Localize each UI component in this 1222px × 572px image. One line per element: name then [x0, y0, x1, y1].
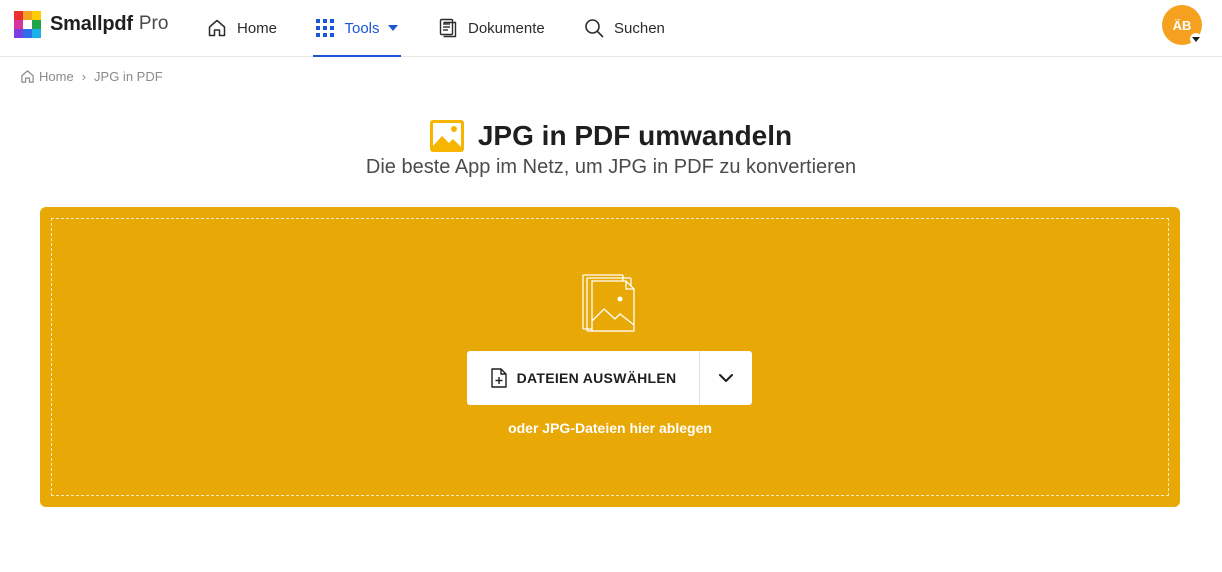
breadcrumb: Home › JPG in PDF — [20, 67, 163, 85]
user-initials: ÄB — [1172, 17, 1192, 33]
choose-files-button[interactable]: DATEIEN AUSWÄHLEN — [467, 351, 699, 405]
caret-down-icon — [1192, 37, 1200, 42]
top-header: Smallpdf Pro Home Tools Dokumente Suchen — [0, 0, 1222, 57]
home-icon — [21, 69, 34, 83]
breadcrumb-separator: › — [81, 68, 87, 84]
chevron-down-icon — [719, 373, 733, 382]
brand-name: Smallpdf — [50, 12, 133, 35]
image-tool-icon — [429, 120, 464, 152]
image-files-icon — [582, 274, 635, 332]
nav-search-label: Suchen — [614, 19, 665, 37]
smallpdf-logo[interactable]: Smallpdf Pro — [14, 10, 168, 38]
nav-documents[interactable]: Dokumente — [438, 0, 545, 56]
breadcrumb-current: JPG in PDF — [94, 68, 163, 84]
nav-search[interactable]: Suchen — [584, 0, 665, 56]
documents-icon — [439, 18, 457, 38]
nav-home-label: Home — [237, 19, 278, 37]
page-title-row: JPG in PDF umwandeln — [0, 117, 1222, 155]
choose-files-label: DATEIEN AUSWÄHLEN — [516, 370, 677, 386]
drop-hint: oder JPG-Dateien hier ablegen — [508, 420, 712, 436]
file-dropzone[interactable]: DATEIEN AUSWÄHLEN oder JPG-Dateien hier … — [40, 207, 1180, 507]
page-subtitle: Die beste App im Netz, um JPG in PDF zu … — [365, 156, 857, 178]
avatar-menu-caret[interactable] — [1190, 33, 1202, 45]
nav-documents-label: Dokumente — [468, 19, 545, 37]
choose-files-button-group: DATEIEN AUSWÄHLEN — [467, 351, 752, 405]
more-upload-options-button[interactable] — [700, 351, 752, 405]
grid-icon — [316, 19, 335, 37]
nav-home[interactable]: Home — [207, 0, 277, 56]
nav-tools-label: Tools — [344, 19, 380, 37]
nav-tools[interactable]: Tools — [313, 0, 401, 57]
page-title: JPG in PDF umwandeln — [477, 120, 793, 151]
caret-down-icon — [387, 25, 398, 31]
smallpdf-logo-icon — [14, 10, 41, 38]
home-icon — [208, 19, 226, 37]
search-icon — [585, 19, 604, 38]
brand-tier: Pro — [138, 13, 169, 34]
add-file-icon — [490, 368, 507, 388]
breadcrumb-home-link[interactable]: Home — [39, 69, 74, 84]
